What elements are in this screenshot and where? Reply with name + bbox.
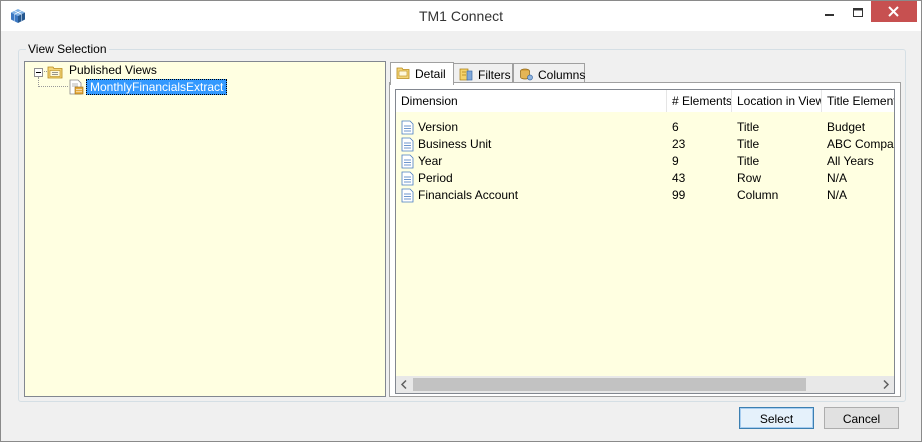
title-bar[interactable]: TM1 Connect <box>1 1 921 31</box>
column-header-title-element[interactable]: Title Element <box>822 90 894 112</box>
column-header-location[interactable]: Location in View <box>732 90 822 112</box>
tab-detail[interactable]: Detail <box>390 62 454 85</box>
cell-dimension: Business Unit <box>418 137 492 151</box>
table-row[interactable]: Financials Account 99 Column N/A <box>396 187 894 204</box>
published-views-tree[interactable]: Published Views MonthlyFinancialsExtract <box>24 61 386 397</box>
columns-tab-icon <box>520 68 533 81</box>
dimension-icon <box>401 154 414 169</box>
cell-location: Title <box>737 120 760 134</box>
tree-connector <box>38 86 68 87</box>
cell-location: Title <box>737 137 760 151</box>
dimensions-list[interactable]: Dimension # Elements Location in View Ti… <box>395 89 895 394</box>
list-header: Dimension # Elements Location in View Ti… <box>396 90 894 112</box>
cell-dimension: Version <box>418 120 459 134</box>
tree-node-published-views[interactable]: Published Views <box>69 63 157 79</box>
collapse-toggle[interactable] <box>34 68 43 77</box>
folder-icon <box>47 66 63 79</box>
scroll-thumb[interactable] <box>413 378 806 391</box>
cell-elements: 9 <box>672 154 679 168</box>
table-row[interactable]: Period 43 Row N/A <box>396 170 894 187</box>
view-selection-legend: View Selection <box>26 42 109 56</box>
cell-elements: 99 <box>672 188 686 202</box>
cell-title-element: N/A <box>827 171 848 185</box>
cell-dimension: Year <box>418 154 443 168</box>
tab-filters[interactable]: Filters <box>453 63 513 84</box>
cancel-button[interactable]: Cancel <box>824 407 899 429</box>
view-document-icon <box>69 79 84 95</box>
table-row[interactable]: Version 6 Title Budget <box>396 119 894 136</box>
cell-location: Column <box>737 188 779 202</box>
cell-title-element: N/A <box>827 188 848 202</box>
tab-filters-label: Filters <box>478 68 511 82</box>
table-row[interactable]: Business Unit 23 Title ABC Company <box>396 136 894 153</box>
cell-title-element: Budget <box>827 120 866 134</box>
cell-elements: 6 <box>672 120 679 134</box>
cell-elements: 23 <box>672 137 686 151</box>
chevron-right-icon <box>883 379 890 390</box>
cell-location: Title <box>737 154 760 168</box>
close-icon <box>888 6 899 17</box>
minimize-icon <box>825 14 834 16</box>
cell-dimension: Period <box>418 171 453 185</box>
cell-title-element: All Years <box>827 154 874 168</box>
dimension-icon <box>401 188 414 203</box>
tab-columns-label: Columns <box>538 68 586 82</box>
maximize-button[interactable] <box>843 1 873 27</box>
maximize-icon <box>853 8 863 17</box>
detail-tab-icon <box>396 67 410 79</box>
column-header-dimension[interactable]: Dimension <box>396 90 667 112</box>
dimension-icon <box>401 120 414 135</box>
dimension-icon <box>401 171 414 186</box>
window-title: TM1 Connect <box>418 8 504 24</box>
scroll-right-button[interactable] <box>877 376 894 393</box>
detail-tab-panel: Dimension # Elements Location in View Ti… <box>389 82 901 397</box>
minimize-button[interactable] <box>815 1 845 27</box>
scroll-left-button[interactable] <box>396 376 413 393</box>
tm1-connect-dialog: TM1 Connect View Selection Published Vie… <box>0 0 922 442</box>
cell-dimension: Financials Account <box>418 188 519 202</box>
select-button[interactable]: Select <box>739 407 814 429</box>
horizontal-scrollbar[interactable] <box>396 376 894 393</box>
column-header-elements[interactable]: # Elements <box>667 90 732 112</box>
table-row[interactable]: Year 9 Title All Years <box>396 153 894 170</box>
chevron-left-icon <box>400 379 407 390</box>
cell-elements: 43 <box>672 171 686 185</box>
cell-location: Row <box>737 171 762 185</box>
cell-title-element: ABC Company <box>827 137 894 151</box>
close-button[interactable] <box>871 1 917 22</box>
dimension-icon <box>401 137 414 152</box>
filters-tab-icon <box>459 68 473 81</box>
tab-detail-label: Detail <box>415 67 446 81</box>
tree-node-monthly-financials-extract[interactable]: MonthlyFinancialsExtract <box>86 79 228 95</box>
tab-columns[interactable]: Columns <box>513 63 585 84</box>
